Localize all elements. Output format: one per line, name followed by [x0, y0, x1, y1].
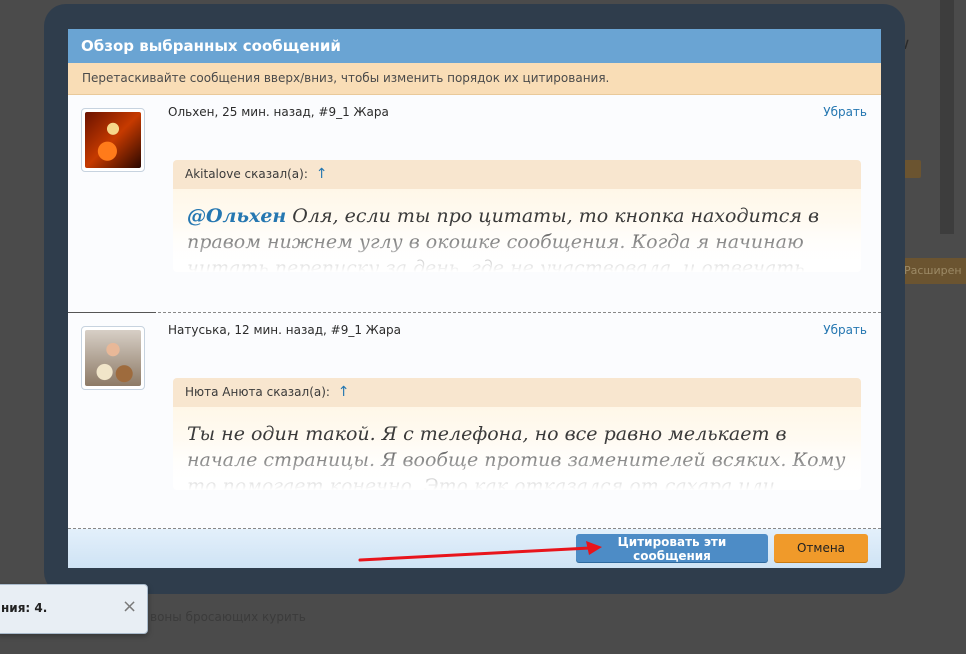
- quote-header: Akitalove сказал(а): ↑: [173, 160, 861, 189]
- go-to-quote-arrow-icon[interactable]: ↑: [316, 166, 328, 182]
- toast-text: ния: 4.: [1, 601, 48, 615]
- remove-link[interactable]: Убрать: [823, 105, 867, 119]
- quote-text: Ты не один такой. Я с телефона, но все р…: [173, 407, 861, 490]
- divider: [68, 312, 156, 313]
- quote-block: Akitalove сказал(а): ↑ @Ольхен Оля, если…: [173, 160, 861, 272]
- toast-notification: ния: 4. ×: [0, 584, 148, 634]
- avatar-image: [85, 112, 141, 168]
- background-text: воны бросающих курить: [150, 610, 306, 624]
- quote-fade: [173, 222, 861, 272]
- quote-fade: [173, 440, 861, 490]
- quote-review-dialog: Обзор выбранных сообщений Перетаскивайте…: [68, 29, 881, 568]
- avatar[interactable]: [81, 326, 145, 390]
- remove-link[interactable]: Убрать: [823, 323, 867, 337]
- close-icon[interactable]: ×: [122, 596, 137, 617]
- quote-text: @Ольхен Оля, если ты про цитаты, то кноп…: [173, 189, 861, 272]
- annotation-arrow-icon: [358, 541, 602, 562]
- selected-message[interactable]: Ольхен, 25 мин. назад, #9_1 Жара Убрать …: [68, 95, 881, 313]
- avatar[interactable]: [81, 108, 145, 172]
- background-scrollbar: [940, 0, 954, 234]
- dialog-instruction: Перетаскивайте сообщения вверх/вниз, что…: [68, 63, 881, 95]
- cancel-button[interactable]: Отмена: [774, 534, 868, 562]
- quote-block: Нюта Анюта сказал(а): ↑ Ты не один такой…: [173, 378, 861, 490]
- avatar-image: [85, 330, 141, 386]
- quote-author: Akitalove сказал(а):: [185, 167, 308, 181]
- message-meta: Натуська, 12 мин. назад, #9_1 Жара: [168, 323, 402, 337]
- quote-author: Нюта Анюта сказал(а):: [185, 385, 330, 399]
- dialog-title: Обзор выбранных сообщений: [68, 29, 881, 63]
- go-to-quote-arrow-icon[interactable]: ↑: [338, 384, 350, 400]
- message-meta: Ольхен, 25 мин. назад, #9_1 Жара: [168, 105, 389, 119]
- quote-header: Нюта Анюта сказал(а): ↑: [173, 378, 861, 407]
- selected-message[interactable]: Натуська, 12 мин. назад, #9_1 Жара Убрат…: [68, 312, 881, 529]
